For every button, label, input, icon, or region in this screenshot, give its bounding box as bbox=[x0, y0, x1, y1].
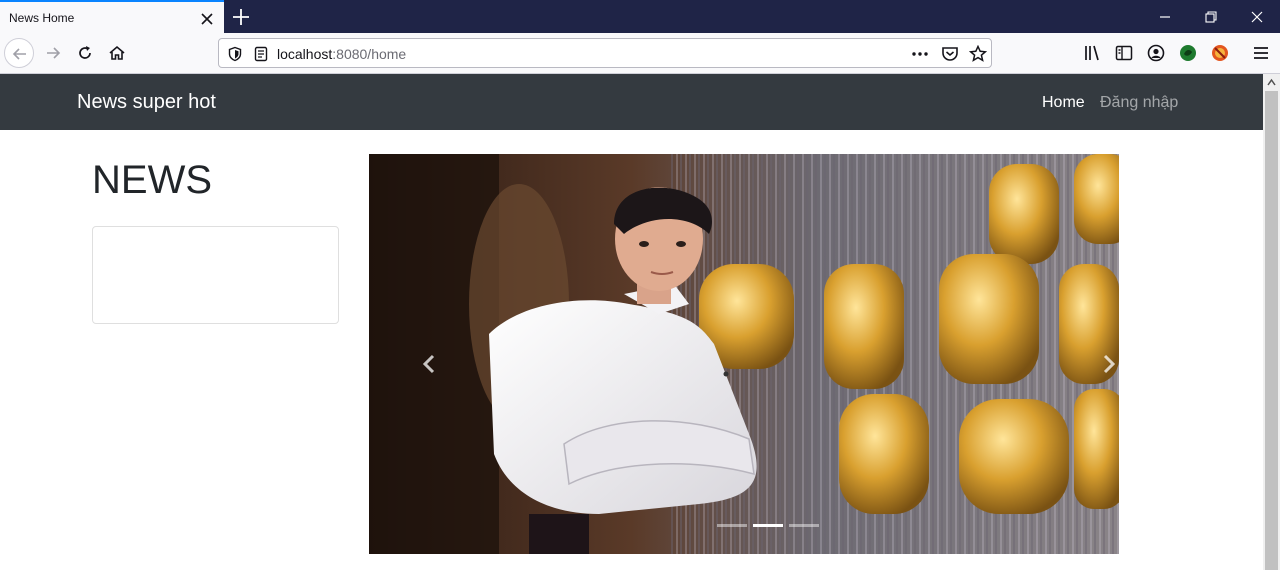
nav-link-login[interactable]: Đăng nhập bbox=[1100, 94, 1178, 112]
image-carousel[interactable] bbox=[369, 154, 1119, 554]
carousel-next-icon[interactable] bbox=[1101, 354, 1117, 374]
home-icon bbox=[109, 45, 125, 60]
pocket-icon[interactable] bbox=[941, 45, 959, 63]
tab-title: News Home bbox=[9, 11, 75, 25]
browser-tab-strip: News Home bbox=[0, 0, 1280, 33]
scrollbar-thumb[interactable] bbox=[1265, 91, 1278, 570]
nav-link-home[interactable]: Home bbox=[1042, 94, 1085, 112]
hamburger-menu-icon[interactable] bbox=[1251, 43, 1271, 63]
more-actions-icon[interactable] bbox=[911, 45, 929, 63]
arrow-left-icon bbox=[12, 48, 26, 60]
page-heading: NEWS bbox=[92, 158, 212, 202]
account-icon[interactable] bbox=[1146, 43, 1166, 63]
page-scrollbar[interactable] bbox=[1263, 74, 1280, 570]
bookmark-star-icon[interactable] bbox=[969, 45, 987, 63]
carousel-indicator-3[interactable] bbox=[789, 524, 819, 527]
browser-tab-active[interactable]: News Home bbox=[0, 0, 224, 33]
carousel-prev-icon[interactable] bbox=[421, 354, 437, 374]
sidebar-card bbox=[92, 226, 339, 324]
home-button[interactable] bbox=[102, 38, 132, 68]
forward-button[interactable] bbox=[38, 38, 68, 68]
library-icon[interactable] bbox=[1083, 43, 1103, 63]
carousel-indicators bbox=[717, 524, 827, 530]
page-info-icon[interactable] bbox=[253, 46, 269, 62]
minimize-icon[interactable] bbox=[1154, 6, 1176, 28]
address-bar[interactable]: localhost:8080/home bbox=[218, 38, 992, 68]
site-brand[interactable]: News super hot bbox=[77, 91, 216, 114]
carousel-indicator-1[interactable] bbox=[717, 524, 747, 527]
extension-blocker-icon[interactable] bbox=[1210, 43, 1230, 63]
url-host: localhost bbox=[277, 46, 333, 62]
extension-green-icon[interactable] bbox=[1178, 43, 1198, 63]
close-window-icon[interactable] bbox=[1246, 6, 1268, 28]
url-path: :8080/home bbox=[332, 46, 407, 62]
back-button[interactable] bbox=[4, 38, 34, 68]
restore-icon[interactable] bbox=[1200, 6, 1222, 28]
browser-toolbar: localhost:8080/home bbox=[0, 33, 1280, 74]
url-text[interactable]: localhost:8080/home bbox=[277, 46, 406, 62]
reload-icon bbox=[79, 46, 91, 59]
new-tab-icon[interactable] bbox=[230, 6, 252, 28]
sidebar-icon[interactable] bbox=[1114, 43, 1134, 63]
tab-close-icon[interactable] bbox=[198, 10, 216, 28]
site-navbar: News super hot Home Đăng nhập bbox=[0, 74, 1263, 130]
carousel-indicator-2[interactable] bbox=[753, 524, 783, 527]
reload-button[interactable] bbox=[70, 38, 100, 68]
tracking-shield-icon[interactable] bbox=[227, 46, 243, 62]
arrow-right-icon bbox=[47, 47, 61, 59]
carousel-slide-photo bbox=[369, 154, 1119, 554]
scroll-up-arrow-icon[interactable] bbox=[1267, 78, 1276, 87]
